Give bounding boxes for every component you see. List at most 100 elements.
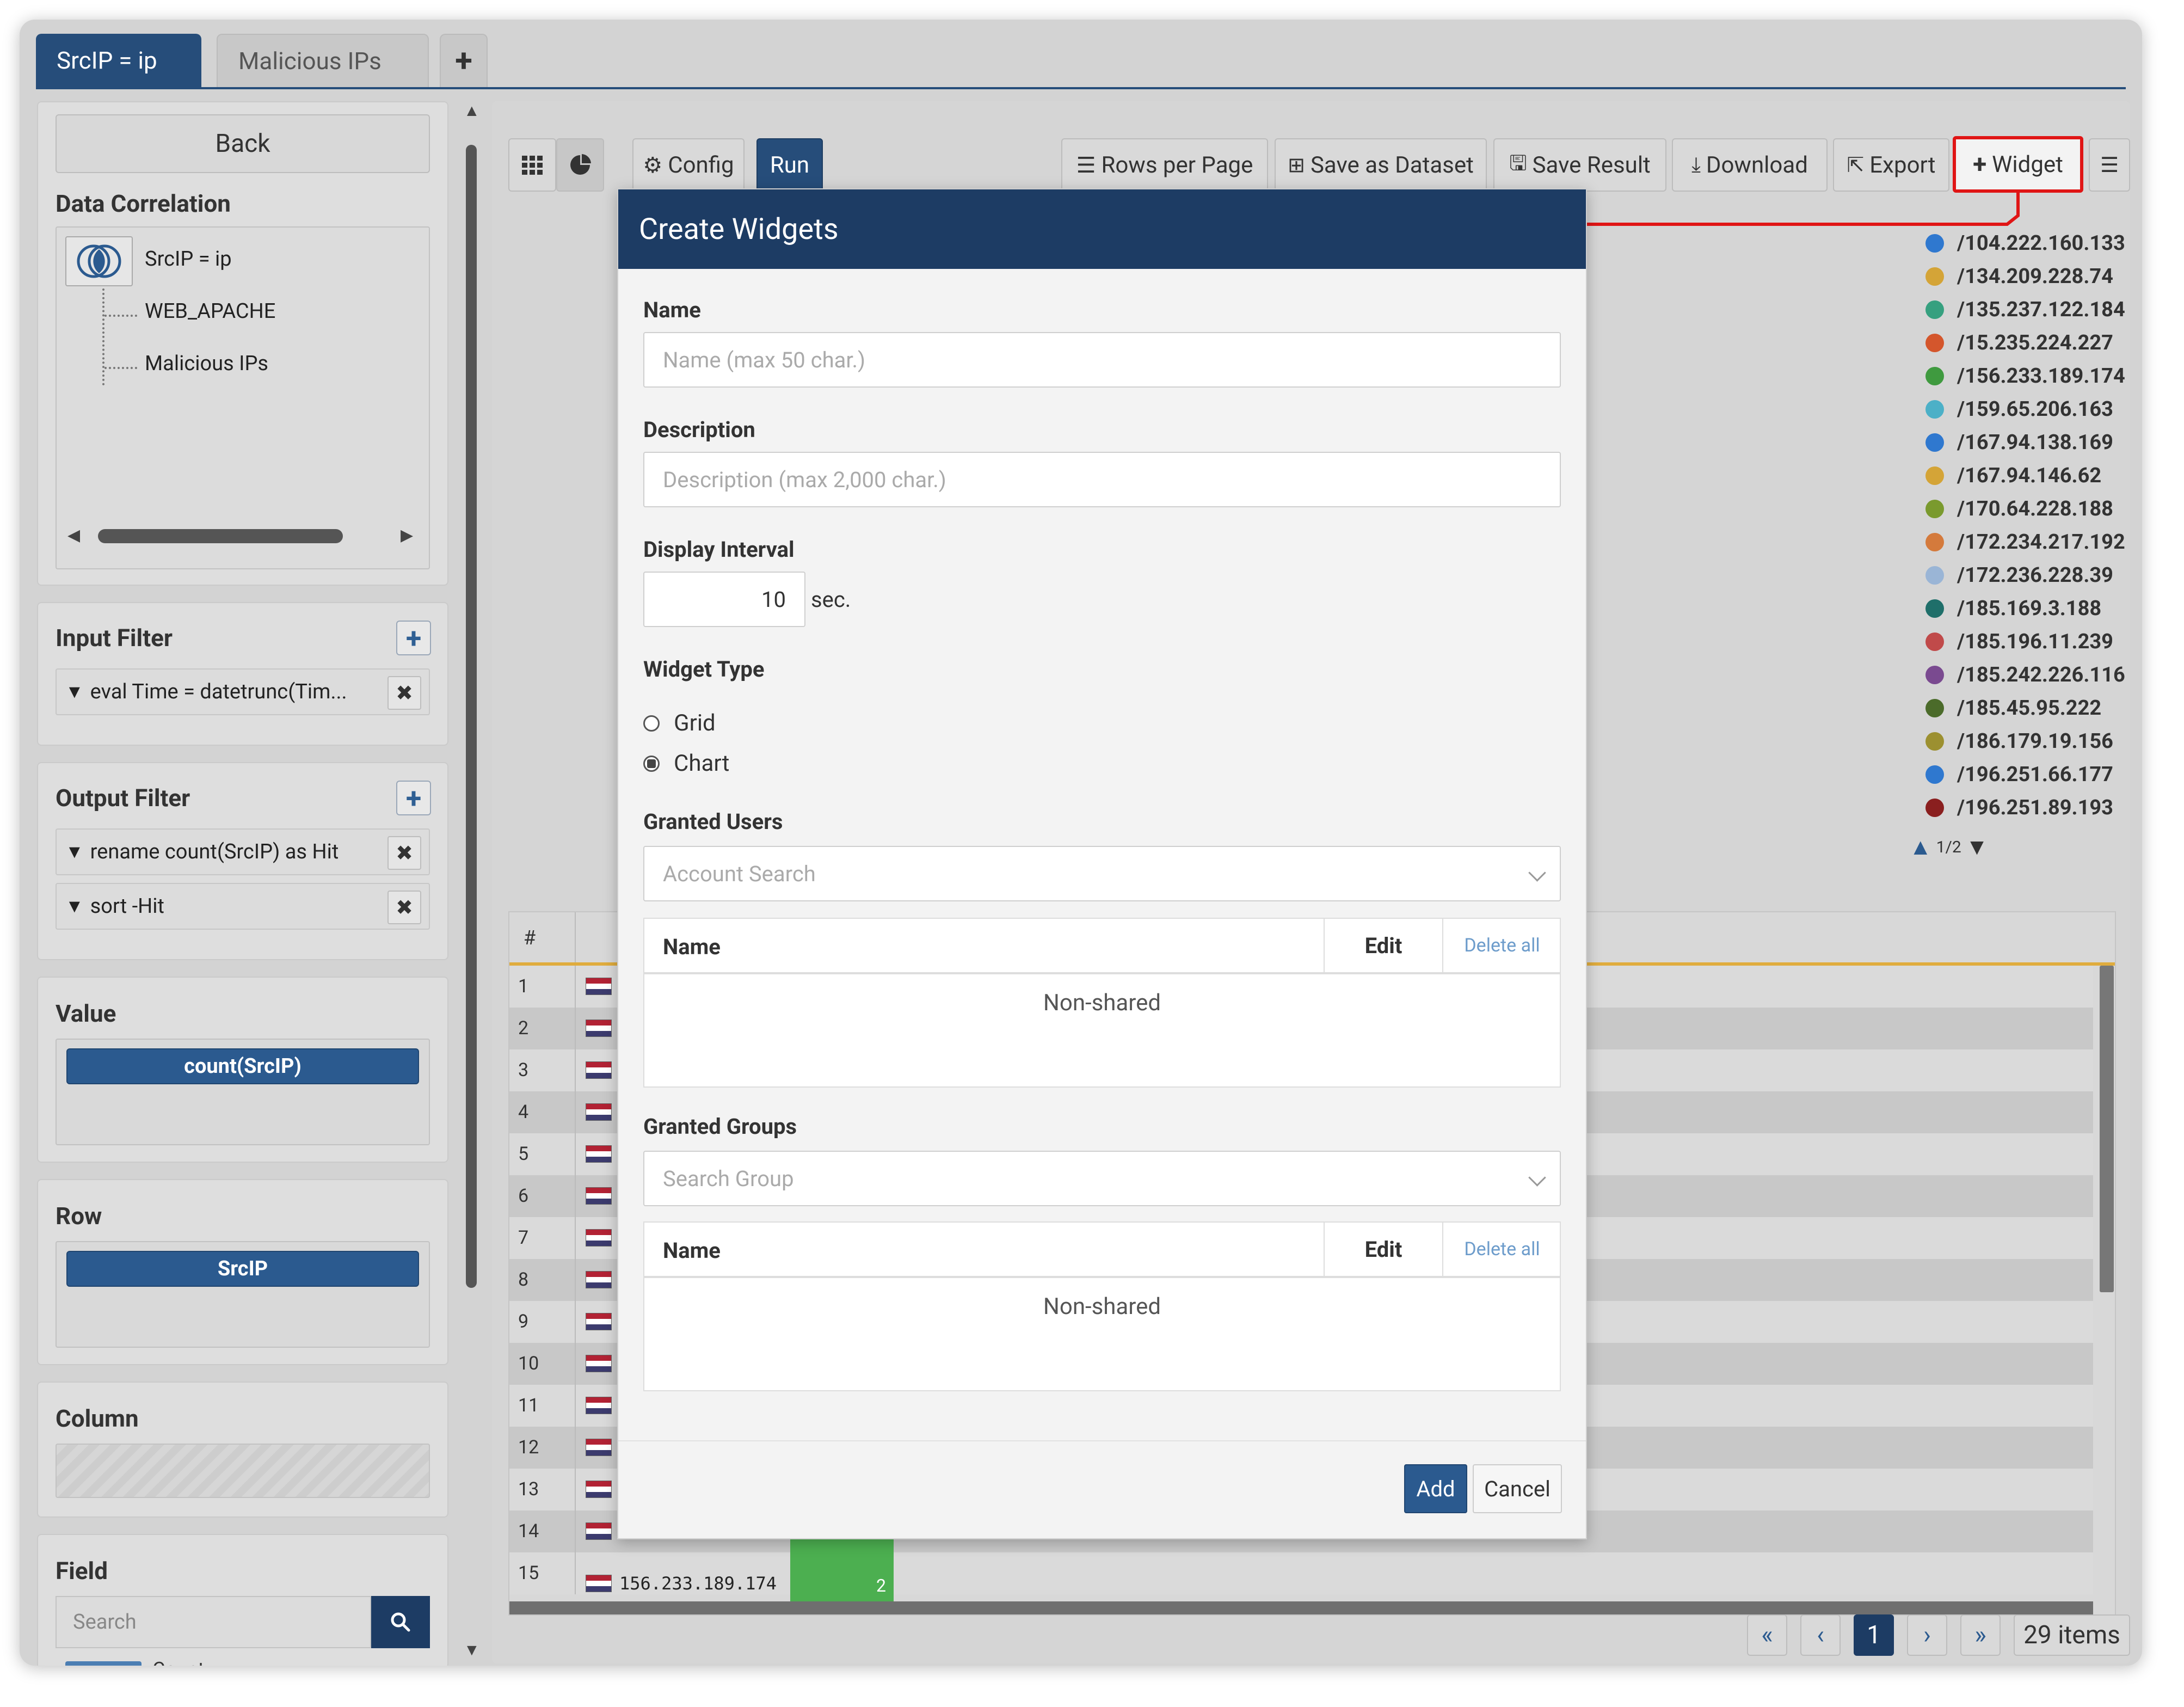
legend-item[interactable]: /159.65.206.163 — [1912, 392, 2130, 426]
groups-delete-all-link[interactable]: Delete all — [1444, 1223, 1560, 1276]
legend-item[interactable]: /185.196.11.239 — [1912, 625, 2130, 658]
granted-groups-label: Granted Groups — [643, 1114, 797, 1139]
column-dropzone[interactable] — [56, 1444, 430, 1498]
tree-child-malicious-ips[interactable]: Malicious IPs — [145, 352, 268, 376]
add-tab-button[interactable]: + — [440, 34, 488, 87]
search-icon — [391, 1612, 410, 1632]
input-filter-card: Input Filter + ▼ eval Time = datetrunc(T… — [37, 602, 448, 746]
page-next-button[interactable]: › — [1907, 1614, 1947, 1656]
grid-column-separator — [575, 966, 576, 1008]
output-filter-text: rename count(SrcIP) as Hit — [90, 840, 339, 864]
widget-type-grid-radio[interactable]: Grid — [643, 710, 716, 736]
remove-filter-button[interactable]: ✖ — [387, 836, 421, 870]
legend-item[interactable]: /134.209.228.74 — [1912, 260, 2130, 293]
widget-type-chart-radio[interactable]: Chart — [643, 750, 729, 777]
output-filter-item[interactable]: ▼ rename count(SrcIP) as Hit ✖ — [56, 828, 430, 875]
description-input[interactable]: Description (max 2,000 char.) — [643, 452, 1561, 507]
add-button[interactable]: Add — [1404, 1464, 1467, 1513]
legend-item[interactable]: /172.234.217.192 — [1912, 525, 2130, 558]
legend-color-dot — [1925, 267, 1944, 286]
search-button[interactable] — [371, 1596, 430, 1648]
legend-item[interactable]: /196.251.89.193 — [1912, 791, 2130, 824]
tree-child-web-apache[interactable]: WEB_APACHE — [145, 299, 275, 323]
legend-item[interactable]: /135.237.122.184 — [1912, 293, 2130, 326]
input-filter-text: eval Time = datetrunc(Tim... — [90, 680, 347, 704]
legend-item[interactable]: /170.64.228.188 — [1912, 492, 2130, 525]
name-label: Name — [643, 297, 701, 323]
page-prev-button[interactable]: ‹ — [1800, 1614, 1841, 1656]
remove-filter-button[interactable]: ✖ — [387, 891, 421, 924]
cancel-button[interactable]: Cancel — [1473, 1464, 1562, 1513]
name-input[interactable]: Name (max 50 char.) — [643, 332, 1561, 388]
legend-item[interactable]: /167.94.138.169 — [1912, 426, 2130, 459]
field-list-item[interactable]: Count — [65, 1658, 392, 1666]
legend-item[interactable]: /167.94.146.62 — [1912, 459, 2130, 492]
page-current[interactable]: 1 — [1854, 1614, 1894, 1656]
grid-horizontal-scrollbar[interactable] — [509, 1601, 2093, 1614]
horizontal-scrollbar[interactable] — [98, 529, 343, 543]
legend-item[interactable]: /185.169.3.188 — [1912, 592, 2130, 625]
row-dropzone[interactable]: SrcIP — [56, 1241, 430, 1348]
remove-filter-button[interactable]: ✖ — [387, 676, 421, 710]
modal-footer-divider — [618, 1440, 1586, 1441]
value-dropzone[interactable]: count(SrcIP) — [56, 1039, 430, 1145]
back-button[interactable]: Back — [56, 114, 430, 173]
users-delete-all-link[interactable]: Delete all — [1444, 919, 1560, 972]
scrollbar-thumb[interactable] — [466, 145, 477, 1288]
groups-empty-state: Non-shared — [1043, 1293, 1161, 1320]
last-row-ip[interactable]: 156.233.189.174 — [586, 1573, 777, 1594]
data-correlation-title: Data Correlation — [56, 189, 231, 218]
field-search-input[interactable]: Search — [56, 1596, 371, 1648]
tree-root-label[interactable]: SrcIP = ip — [145, 247, 232, 271]
legend-item[interactable]: /185.242.226.116 — [1912, 658, 2130, 691]
row-card: Row SrcIP — [37, 1179, 448, 1365]
groups-table-header: Name Edit Delete all — [644, 1223, 1560, 1278]
row-pill[interactable]: SrcIP — [66, 1251, 419, 1287]
page-first-button[interactable]: « — [1747, 1614, 1787, 1656]
scroll-down-icon[interactable]: ▼ — [464, 1641, 480, 1660]
tree-connector — [104, 315, 137, 317]
tab-bar: SrcIP = ip Malicious IPs + — [20, 20, 2142, 89]
legend-page: 1/2 — [1936, 838, 1961, 857]
country-flag-icon — [586, 1061, 612, 1079]
output-filter-item[interactable]: ▼ sort -Hit ✖ — [56, 883, 430, 930]
scroll-up-icon[interactable]: ▲ — [464, 101, 480, 120]
page-last-button[interactable]: » — [1960, 1614, 2001, 1656]
legend-color-dot — [1925, 698, 1944, 717]
add-output-filter-button[interactable]: + — [396, 781, 431, 815]
country-flag-icon — [586, 1313, 612, 1330]
legend-prev-icon[interactable]: ▲ — [1909, 834, 1932, 861]
tab-srcip[interactable]: SrcIP = ip — [36, 34, 201, 87]
add-input-filter-button[interactable]: + — [396, 621, 431, 655]
group-search-select[interactable]: Search Group — [643, 1151, 1561, 1206]
radio-icon — [643, 715, 660, 732]
legend-item[interactable]: /172.236.228.39 — [1912, 558, 2130, 592]
row-number: 10 — [518, 1353, 539, 1374]
field-title: Field — [56, 1557, 108, 1585]
scroll-right-icon[interactable]: ▶ — [401, 526, 413, 545]
country-flag-icon — [586, 1355, 612, 1372]
grid-vertical-scrollbar[interactable] — [2100, 966, 2114, 1292]
create-widgets-modal: Create Widgets Name Name (max 50 char.) … — [617, 188, 1587, 1539]
account-search-select[interactable]: Account Search — [643, 846, 1561, 901]
legend-label: /156.233.189.174 — [1957, 364, 2125, 388]
venn-icon[interactable] — [65, 236, 133, 286]
legend-item[interactable]: /186.179.19.156 — [1912, 724, 2130, 758]
left-panel-scrollbar[interactable]: ▲ ▼ — [460, 101, 482, 1666]
tab-malicious-ips[interactable]: Malicious IPs — [217, 34, 429, 87]
users-name-header: Name — [663, 934, 721, 960]
display-interval-label: Display Interval — [643, 537, 795, 562]
row-number: 12 — [518, 1436, 539, 1458]
legend-item[interactable]: /196.251.66.177 — [1912, 758, 2130, 791]
value-pill[interactable]: count(SrcIP) — [66, 1048, 419, 1084]
legend-item[interactable]: /15.235.224.227 — [1912, 326, 2130, 359]
scroll-left-icon[interactable]: ◀ — [67, 526, 80, 545]
input-filter-item[interactable]: ▼ eval Time = datetrunc(Tim... ✖ — [56, 668, 430, 715]
users-edit-header: Edit — [1324, 919, 1443, 972]
legend-item[interactable]: /185.45.95.222 — [1912, 691, 2130, 724]
legend-next-icon[interactable]: ▼ — [1966, 834, 1989, 861]
display-interval-input[interactable]: 10 — [643, 572, 805, 627]
legend-item[interactable]: /156.233.189.174 — [1912, 359, 2130, 392]
legend-color-dot — [1925, 433, 1944, 452]
legend-item[interactable]: /104.222.160.133 — [1912, 226, 2130, 260]
